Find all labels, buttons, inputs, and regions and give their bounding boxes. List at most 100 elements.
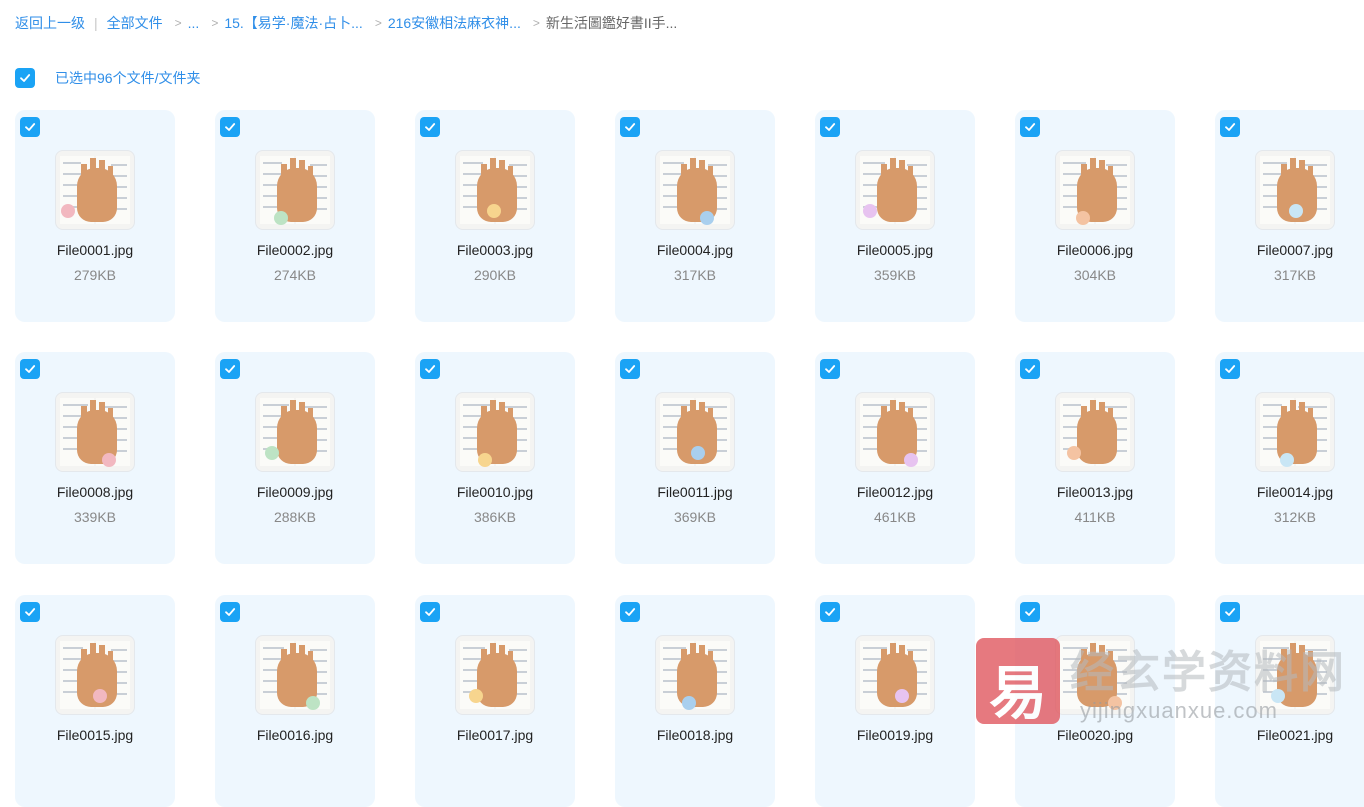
file-checkbox[interactable] [1020, 117, 1040, 137]
file-checkbox[interactable] [420, 602, 440, 622]
file-thumbnail[interactable] [455, 392, 535, 472]
file-thumbnail[interactable] [255, 635, 335, 715]
checkmark-icon [20, 74, 31, 82]
file-size: 312KB [1273, 509, 1317, 525]
file-card[interactable]: File0013.jpg 411KB [1015, 352, 1175, 564]
file-card[interactable]: File0008.jpg 339KB [15, 352, 175, 564]
file-name[interactable]: File0003.jpg [415, 242, 575, 258]
file-checkbox[interactable] [20, 117, 40, 137]
file-card[interactable]: File0017.jpg [415, 595, 575, 807]
file-name[interactable]: File0016.jpg [215, 727, 375, 743]
breadcrumb-item-all-files[interactable]: 全部文件 [107, 13, 163, 33]
file-checkbox[interactable] [420, 117, 440, 137]
file-card[interactable]: File0010.jpg 386KB [415, 352, 575, 564]
file-name[interactable]: File0004.jpg [615, 242, 775, 258]
file-checkbox[interactable] [1220, 602, 1240, 622]
select-all-checkbox[interactable] [15, 68, 35, 88]
file-card[interactable]: File0007.jpg 317KB [1215, 110, 1364, 322]
file-name[interactable]: File0018.jpg [615, 727, 775, 743]
file-thumbnail[interactable] [1255, 150, 1335, 230]
file-checkbox[interactable] [220, 117, 240, 137]
file-card[interactable]: File0002.jpg 274KB [215, 110, 375, 322]
file-name[interactable]: File0005.jpg [815, 242, 975, 258]
checkmark-icon [25, 608, 36, 616]
file-card[interactable]: File0001.jpg 279KB [15, 110, 175, 322]
checkmark-icon [25, 365, 36, 373]
file-card[interactable]: File0003.jpg 290KB [415, 110, 575, 322]
checkmark-icon [1225, 123, 1236, 131]
file-card[interactable]: File0015.jpg [15, 595, 175, 807]
file-thumbnail[interactable] [1055, 150, 1135, 230]
file-checkbox[interactable] [620, 359, 640, 379]
file-checkbox[interactable] [420, 359, 440, 379]
file-card[interactable]: File0018.jpg [615, 595, 775, 807]
file-checkbox[interactable] [1020, 359, 1040, 379]
file-checkbox[interactable] [620, 117, 640, 137]
checkmark-icon [1225, 365, 1236, 373]
file-thumbnail[interactable] [455, 635, 535, 715]
file-thumbnail[interactable] [655, 392, 735, 472]
breadcrumb-item-folder-216[interactable]: 216安徽相法麻衣神... [388, 13, 521, 33]
file-checkbox[interactable] [220, 359, 240, 379]
file-name[interactable]: File0014.jpg [1215, 484, 1364, 500]
file-checkbox[interactable] [820, 117, 840, 137]
select-all-row: 已选中96个文件/文件夹 [15, 68, 200, 88]
file-thumbnail[interactable] [55, 392, 135, 472]
file-thumbnail[interactable] [255, 392, 335, 472]
file-thumbnail[interactable] [1055, 392, 1135, 472]
file-name[interactable]: File0007.jpg [1215, 242, 1364, 258]
file-checkbox[interactable] [20, 602, 40, 622]
file-name[interactable]: File0008.jpg [15, 484, 175, 500]
file-thumbnail[interactable] [855, 392, 935, 472]
checkmark-icon [425, 608, 436, 616]
file-thumbnail[interactable] [655, 635, 735, 715]
file-card[interactable]: File0019.jpg [815, 595, 975, 807]
file-checkbox[interactable] [820, 602, 840, 622]
file-name[interactable]: File0015.jpg [15, 727, 175, 743]
file-name[interactable]: File0001.jpg [15, 242, 175, 258]
file-card[interactable]: File0006.jpg 304KB [1015, 110, 1175, 322]
checkmark-icon [825, 608, 836, 616]
file-checkbox[interactable] [1220, 117, 1240, 137]
file-name[interactable]: File0010.jpg [415, 484, 575, 500]
chevron-right-icon: > [174, 16, 182, 30]
back-link[interactable]: 返回上一级 [15, 13, 85, 33]
file-name[interactable]: File0021.jpg [1215, 727, 1364, 743]
file-card[interactable]: File0009.jpg 288KB [215, 352, 375, 564]
file-name[interactable]: File0013.jpg [1015, 484, 1175, 500]
file-name[interactable]: File0012.jpg [815, 484, 975, 500]
file-checkbox[interactable] [20, 359, 40, 379]
file-name[interactable]: File0006.jpg [1015, 242, 1175, 258]
file-card[interactable]: File0004.jpg 317KB [615, 110, 775, 322]
file-card[interactable]: File0011.jpg 369KB [615, 352, 775, 564]
breadcrumb-item-ellipsis[interactable]: ... [188, 15, 200, 31]
file-thumbnail[interactable] [855, 150, 935, 230]
file-thumbnail[interactable] [55, 150, 135, 230]
file-card[interactable]: File0016.jpg [215, 595, 375, 807]
checkmark-icon [1025, 365, 1036, 373]
file-card[interactable]: File0014.jpg 312KB [1215, 352, 1364, 564]
checkmark-icon [825, 123, 836, 131]
file-thumbnail[interactable] [855, 635, 935, 715]
file-name[interactable]: File0011.jpg [615, 484, 775, 500]
file-checkbox[interactable] [1220, 359, 1240, 379]
file-card[interactable]: File0012.jpg 461KB [815, 352, 975, 564]
checkmark-icon [625, 123, 636, 131]
file-thumbnail[interactable] [55, 635, 135, 715]
file-checkbox[interactable] [820, 359, 840, 379]
file-name[interactable]: File0009.jpg [215, 484, 375, 500]
watermark-title: 经玄学资料网 [1070, 648, 1346, 697]
file-checkbox[interactable] [1020, 602, 1040, 622]
file-thumbnail[interactable] [255, 150, 335, 230]
breadcrumb-item-folder-15[interactable]: 15.【易学·魔法·占卜... [224, 13, 362, 33]
file-name[interactable]: File0017.jpg [415, 727, 575, 743]
file-name[interactable]: File0002.jpg [215, 242, 375, 258]
file-checkbox[interactable] [620, 602, 640, 622]
file-card[interactable]: File0005.jpg 359KB [815, 110, 975, 322]
file-thumbnail[interactable] [455, 150, 535, 230]
file-name[interactable]: File0019.jpg [815, 727, 975, 743]
file-checkbox[interactable] [220, 602, 240, 622]
file-thumbnail[interactable] [1255, 392, 1335, 472]
file-thumbnail[interactable] [655, 150, 735, 230]
breadcrumb-item-current: 新生活圖鑑好書II手... [545, 15, 678, 31]
